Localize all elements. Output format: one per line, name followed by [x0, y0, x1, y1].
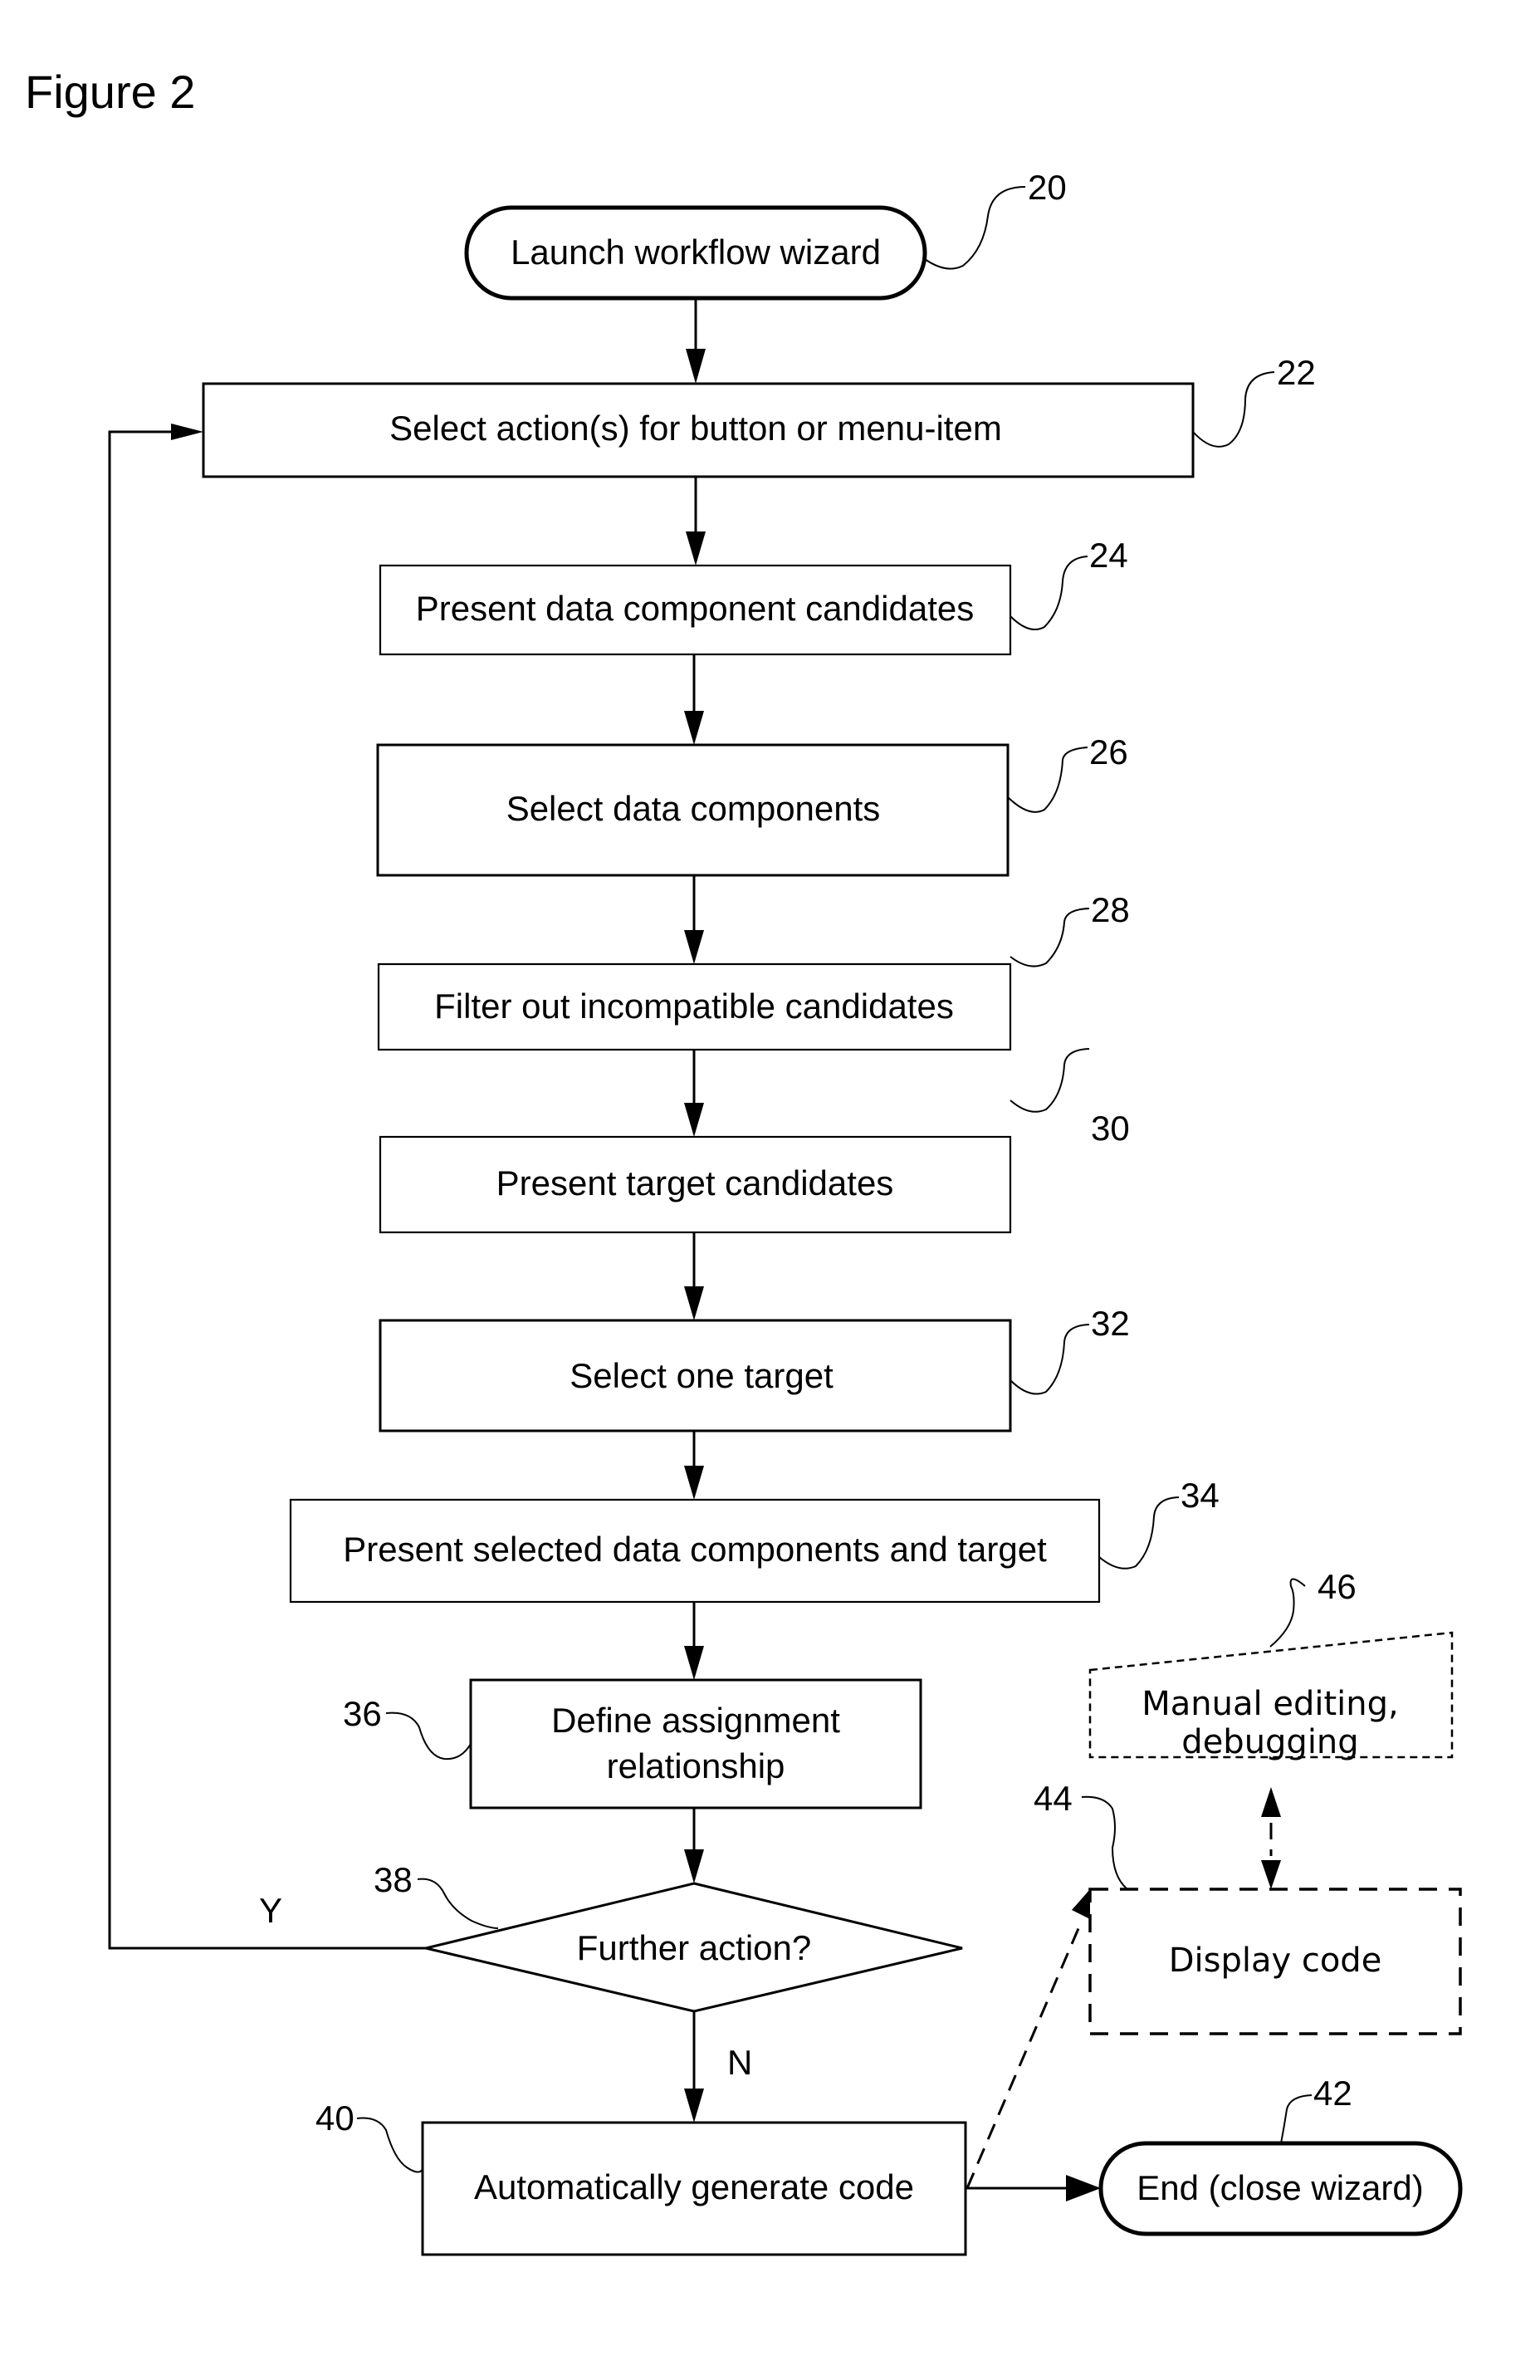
- ref-leader-32: [1010, 1324, 1090, 1395]
- node-label: Launch workflow wizard: [511, 233, 881, 272]
- ref-number-46: 46: [1318, 1567, 1357, 1606]
- ref-number-34: 34: [1181, 1476, 1220, 1515]
- node-label-line-2: debugging: [1181, 1723, 1358, 1761]
- ref-number-40: 40: [315, 2098, 354, 2138]
- node-label: Display code: [1169, 1942, 1382, 1980]
- branch-label-yes: Y: [259, 1891, 282, 1930]
- arrowhead: [171, 424, 203, 440]
- node-label: Present data component candidates: [416, 589, 974, 628]
- node-label: Select one target: [570, 1356, 834, 1395]
- ref-leader-40: [356, 2117, 423, 2173]
- node-present-target-candidates: Present target candidates: [379, 1135, 1012, 1234]
- ref-leader-30: [1010, 1048, 1090, 1113]
- node-select-actions: Select action(s) for button or menu-item: [202, 382, 1195, 478]
- node-present-data-candidates: Present data component candidates: [379, 564, 1012, 656]
- ref-number-38: 38: [374, 1860, 413, 1899]
- node-display-code: Display code: [1088, 1888, 1462, 2035]
- ref-leader-42: [1280, 2094, 1313, 2144]
- ref-number-24: 24: [1089, 536, 1128, 575]
- branch-label-no: N: [727, 2043, 752, 2082]
- arrowhead: [686, 349, 706, 384]
- node-select-one-target: Select one target: [379, 1319, 1012, 1432]
- flowchart-figure: Figure 2 Launch workflow wizard 20 Selec…: [25, 66, 1463, 2256]
- arrowhead: [686, 531, 706, 566]
- ref-number-28: 28: [1091, 890, 1130, 929]
- node-label: End (close wizard): [1137, 2168, 1423, 2207]
- ref-number-26: 26: [1089, 732, 1128, 771]
- figure-title: Figure 2: [25, 66, 195, 118]
- node-manual-editing: Manual editing, debugging: [1088, 1631, 1454, 1761]
- arrowhead: [684, 930, 704, 964]
- node-label: Select action(s) for button or menu-item: [389, 409, 1002, 448]
- ref-leader-34: [1098, 1496, 1180, 1570]
- node-generate-code: Automatically generate code: [421, 2121, 967, 2256]
- node-filter-incompatible: Filter out incompatible candidates: [377, 962, 1012, 1051]
- arrowhead: [684, 1849, 704, 1883]
- node-end-close-wizard: End (close wizard): [1098, 2141, 1463, 2236]
- arrowhead: [684, 1286, 704, 1320]
- ref-leader-20: [924, 186, 1026, 270]
- node-label-line-1: Manual editing,: [1142, 1685, 1398, 1723]
- ref-leader-28: [1010, 908, 1090, 967]
- node-launch-workflow-wizard: Launch workflow wizard: [464, 205, 927, 301]
- ref-leader-46: [1269, 1578, 1306, 1648]
- arrowhead: [684, 1103, 704, 1137]
- arrowhead: [684, 711, 704, 745]
- arrowhead: [1066, 2175, 1101, 2201]
- node-label: Automatically generate code: [474, 2167, 914, 2206]
- ref-number-30: 30: [1091, 1109, 1130, 1148]
- node-label: Present target candidates: [496, 1163, 894, 1202]
- arrowhead-down: [1261, 1860, 1281, 1889]
- node-label: Further action?: [577, 1928, 811, 1967]
- ref-leader-24: [1010, 556, 1088, 630]
- edge-generate-to-display-dashed: [966, 1926, 1081, 2189]
- node-label-line-1: Define assignment: [551, 1701, 840, 1740]
- ref-number-22: 22: [1277, 353, 1316, 392]
- ref-leader-26: [1007, 747, 1088, 813]
- node-label-line-2: relationship: [607, 1746, 785, 1785]
- ref-number-44: 44: [1034, 1779, 1073, 1818]
- ref-leader-36: [385, 1712, 472, 1761]
- ref-number-20: 20: [1028, 168, 1067, 207]
- node-label: Select data components: [506, 789, 881, 828]
- arrowhead: [684, 1646, 704, 1680]
- ref-number-32: 32: [1091, 1304, 1130, 1343]
- ref-leader-22: [1192, 371, 1275, 448]
- arrowhead: [684, 2089, 704, 2123]
- ref-leader-44: [1081, 1795, 1128, 1890]
- node-label: Filter out incompatible candidates: [434, 987, 954, 1026]
- node-present-selected: Present selected data components and tar…: [289, 1498, 1101, 1604]
- arrowhead-up: [1261, 1787, 1281, 1817]
- ref-leader-38: [417, 1878, 499, 1929]
- node-further-action-decision: Further action?: [425, 1882, 963, 2013]
- ref-number-42: 42: [1313, 2074, 1352, 2113]
- ref-number-36: 36: [343, 1694, 382, 1733]
- node-define-assignment: Define assignment relationship: [469, 1678, 922, 1809]
- node-label: Present selected data components and tar…: [343, 1530, 1047, 1569]
- process-box: [469, 1678, 922, 1809]
- node-select-data-components: Select data components: [376, 743, 1010, 877]
- arrowhead: [684, 1466, 704, 1500]
